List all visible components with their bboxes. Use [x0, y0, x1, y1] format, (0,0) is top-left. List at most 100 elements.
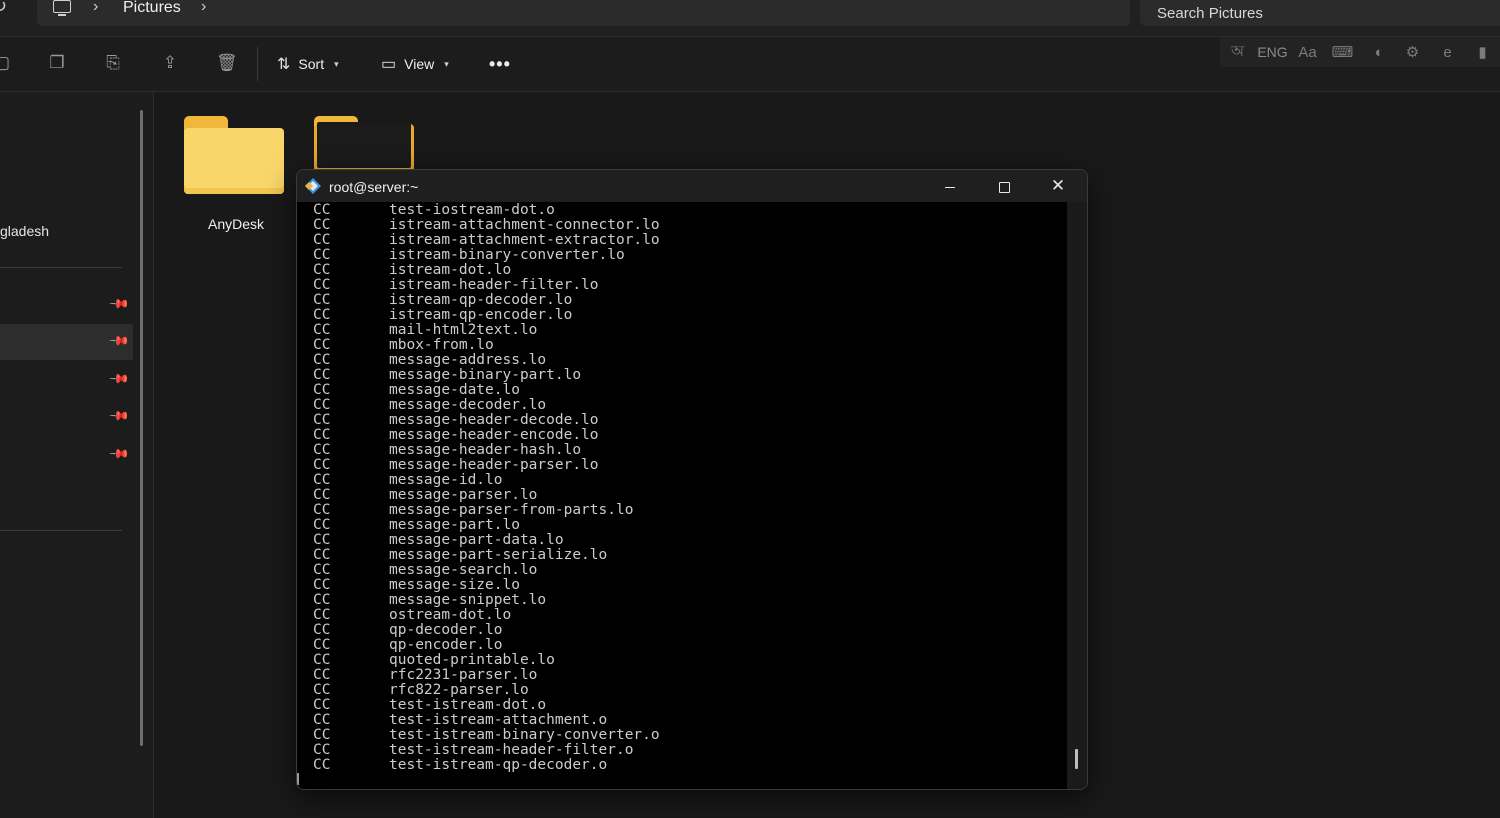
nav-divider — [0, 530, 122, 531]
compile-tag: CC — [313, 727, 331, 743]
compiled-file: istream-attachment-extractor.lo — [389, 232, 660, 248]
chevron-right-icon[interactable]: › — [201, 0, 206, 16]
bangla-script-icon[interactable]: অ — [1220, 40, 1255, 65]
more-options-button[interactable]: ••• — [489, 54, 511, 75]
terminal-line: CC message-header-decode.lo — [313, 413, 660, 428]
terminal-line: CC message-part-serialize.lo — [313, 548, 660, 563]
breadcrumb-pictures[interactable]: Pictures — [123, 0, 181, 17]
compile-tag: CC — [313, 352, 331, 368]
quick-access-item[interactable]: 📌 — [0, 437, 133, 473]
minimize-button[interactable] — [923, 170, 977, 202]
terminal-line: CC message-binary-part.lo — [313, 368, 660, 383]
terminal-line: CC quoted-printable.lo — [313, 653, 660, 668]
terminal-output[interactable]: CC test-iostream-dot.o CC istream-attachmen… — [297, 202, 1067, 789]
edge-icon[interactable]: e — [1430, 44, 1465, 61]
terminal-window[interactable]: root@server:~ ✕ CC test-iostream-dot.o CC i… — [296, 169, 1088, 790]
folder-anydesk[interactable] — [184, 116, 284, 226]
terminal-line: CC rfc2231-parser.lo — [313, 668, 660, 683]
compiled-file: istream-binary-converter.lo — [389, 247, 625, 263]
search-placeholder: Search Pictures — [1157, 5, 1263, 22]
nav-scrollbar[interactable] — [140, 110, 143, 746]
chevron-right-icon[interactable]: › — [93, 0, 98, 16]
terminal-scrollbar-track[interactable] — [1067, 202, 1087, 789]
compile-tag: CC — [313, 277, 331, 293]
terminal-title: root@server:~ — [329, 179, 419, 195]
settings-gear-icon[interactable]: ⚙ — [1395, 43, 1430, 61]
rename-icon[interactable]: ⎘ — [103, 53, 123, 73]
terminal-line: CC message-parser-from-parts.lo — [313, 503, 660, 518]
address-field[interactable]: › Pictures › — [37, 0, 1130, 26]
compiled-file: istream-dot.lo — [389, 262, 512, 278]
folder-screenshots[interactable] — [314, 116, 414, 184]
compile-tag: CC — [313, 292, 331, 308]
folder-icon-body — [184, 128, 284, 194]
terminal-line: CC message-decoder.lo — [313, 398, 660, 413]
compiled-file: message-date.lo — [389, 382, 520, 398]
terminal-line: CC mail-html2text.lo — [313, 323, 660, 338]
this-pc-icon[interactable] — [53, 0, 71, 16]
terminal-line: CC mbox-from.lo — [313, 338, 660, 353]
compile-tag: CC — [313, 712, 331, 728]
terminal-line: CC message-header-encode.lo — [313, 428, 660, 443]
compiled-file: qp-decoder.lo — [389, 622, 503, 638]
compiled-file: rfc822-parser.lo — [389, 682, 529, 698]
compiled-file: test-istream-header-filter.o — [389, 742, 634, 758]
compile-tag: CC — [313, 757, 331, 773]
folder-anydesk-label[interactable]: AnyDesk — [208, 216, 264, 232]
compiled-file: message-header-encode.lo — [389, 427, 599, 443]
pin-icon: 📌 — [108, 367, 131, 390]
chevron-down-icon: ▾ — [334, 58, 339, 69]
search-input[interactable]: Search Pictures — [1140, 0, 1500, 26]
quick-access-item-selected[interactable]: 📌 — [0, 324, 133, 360]
compiled-file: istream-attachment-connector.lo — [389, 217, 660, 233]
chevron-down-icon: ▾ — [444, 58, 449, 69]
close-button[interactable]: ✕ — [1031, 170, 1085, 202]
terminal-line: CC istream-header-filter.lo — [313, 278, 660, 293]
delete-icon[interactable]: 🗑 — [216, 53, 238, 73]
compile-tag: CC — [313, 637, 331, 653]
quick-access-item[interactable]: 📌 — [0, 362, 133, 398]
terminal-line: CC istream-dot.lo — [313, 263, 660, 278]
compile-tag: CC — [313, 682, 331, 698]
compiled-file: rfc2231-parser.lo — [389, 667, 538, 683]
terminal-line: CC message-header-parser.lo — [313, 458, 660, 473]
view-button[interactable]: ▭ View ▾ — [381, 53, 449, 75]
nav-item-bangladesh[interactable]: gladesh — [0, 223, 49, 239]
overflow-icon[interactable]: ▮ — [1465, 43, 1500, 61]
toolbar-divider — [257, 47, 258, 81]
terminal-titlebar[interactable]: root@server:~ ✕ — [297, 170, 1087, 202]
share-icon[interactable]: ⇪ — [160, 53, 180, 73]
keyboard-icon[interactable]: ⌨ — [1325, 43, 1360, 61]
terminal-line: CC test-istream-qp-decoder.o — [313, 758, 660, 773]
terminal-line: CC qp-encoder.lo — [313, 638, 660, 653]
compiled-file: test-istream-attachment.o — [389, 712, 608, 728]
quick-access-item[interactable]: 📌 — [0, 399, 133, 435]
compiled-file: message-address.lo — [389, 352, 547, 368]
compiled-file: mail-html2text.lo — [389, 322, 538, 338]
compile-tag: CC — [313, 532, 331, 548]
compile-tag: CC — [313, 502, 331, 518]
compile-tag: CC — [313, 382, 331, 398]
compiled-file: mbox-from.lo — [389, 337, 494, 353]
compiled-file: test-istream-dot.o — [389, 697, 547, 713]
terminal-line: CC test-istream-header-filter.o — [313, 743, 660, 758]
copy-icon[interactable]: ❐ — [47, 53, 67, 73]
terminal-line: CC test-iostream-dot.o — [313, 203, 660, 218]
refresh-icon[interactable]: ↻ — [0, 0, 7, 17]
new-icon[interactable]: ▢ — [0, 53, 12, 73]
compile-tag: CC — [313, 457, 331, 473]
language-indicator[interactable]: ENG — [1255, 44, 1290, 60]
quick-access-item[interactable]: 📌 — [0, 287, 133, 323]
input-mode-icon[interactable]: Aa — [1290, 44, 1325, 61]
terminal-line: CC message-search.lo — [313, 563, 660, 578]
view-label: View — [404, 56, 435, 72]
terminal-scrollbar-thumb[interactable] — [1075, 749, 1078, 769]
maximize-button[interactable] — [977, 170, 1031, 202]
mouse-icon[interactable]: ◖ — [1360, 44, 1395, 61]
sort-button[interactable]: ⇅ Sort ▾ — [277, 53, 339, 75]
compiled-file: test-istream-qp-decoder.o — [389, 757, 608, 773]
navigation-pane: gladesh 📌 📌 📌 📌 📌 — [0, 92, 154, 818]
compile-tag: CC — [313, 652, 331, 668]
compile-tag: CC — [313, 592, 331, 608]
compile-tag: CC — [313, 697, 331, 713]
